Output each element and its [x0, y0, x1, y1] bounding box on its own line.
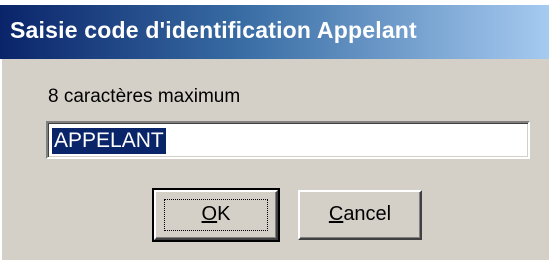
window-title: Saisie code d'identification Appelant — [10, 17, 417, 43]
dialog-window: Saisie code d'identification Appelant 8 … — [0, 0, 549, 260]
caller-id-input[interactable]: APPELANT — [46, 121, 530, 159]
title-bar[interactable]: Saisie code d'identification Appelant — [0, 5, 549, 59]
ok-focus-rectangle — [164, 199, 268, 231]
ok-button[interactable]: OK — [152, 188, 280, 242]
dialog-body: 8 caractères maximum APPELANT OK Cancel — [0, 59, 549, 260]
cancel-label-rest: ancel — [343, 203, 392, 225]
cancel-button[interactable]: Cancel — [298, 190, 422, 240]
cancel-accelerator: C — [328, 203, 344, 225]
max-length-label: 8 caractères maximum — [48, 86, 241, 107]
caller-id-input-value: APPELANT — [52, 128, 166, 154]
